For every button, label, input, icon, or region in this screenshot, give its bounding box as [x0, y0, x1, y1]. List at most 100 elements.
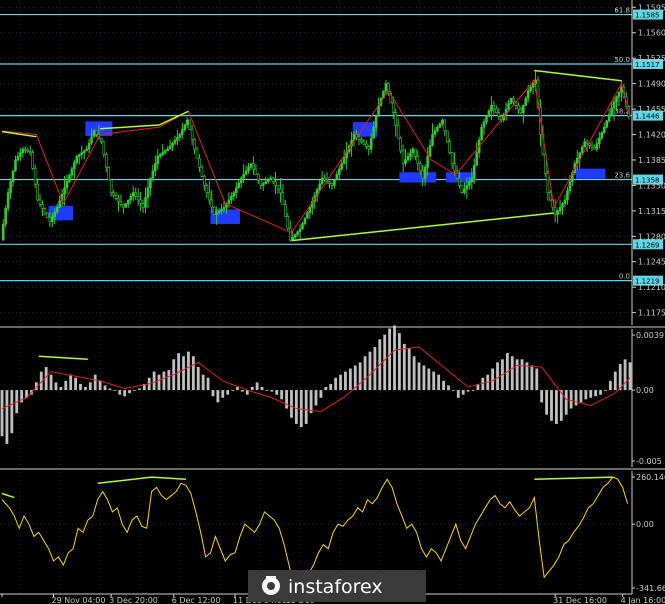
- candle-body: [200, 166, 204, 177]
- histogram-bar: [304, 390, 308, 424]
- candle-body: [436, 126, 439, 132]
- price-tag-label: 1.1585: [635, 12, 660, 20]
- histogram-bar: [182, 356, 185, 391]
- candle-body: [553, 206, 557, 215]
- candle-body: [279, 188, 282, 193]
- histogram-bar: [118, 390, 122, 395]
- fib-level-label: 23.6: [614, 172, 630, 180]
- candle-body: [92, 130, 96, 138]
- y-tick-label: 1.1350: [638, 181, 665, 190]
- candle-body: [531, 83, 535, 88]
- histogram-bar: [589, 390, 593, 398]
- candle-body: [242, 174, 245, 179]
- histogram-bar: [594, 390, 598, 397]
- y-tick-label: 1.1490: [638, 80, 665, 89]
- candle-body: [318, 183, 321, 191]
- histogram-bar: [103, 385, 107, 391]
- histogram-bar: [550, 390, 553, 421]
- y-tick-label: 1.1525: [638, 54, 665, 63]
- histogram-bar: [270, 390, 274, 392]
- candle-body: [80, 152, 84, 155]
- histogram-bar: [461, 390, 465, 395]
- candle-body: [181, 129, 184, 135]
- candle-body: [36, 183, 39, 201]
- candle-body: [365, 143, 368, 147]
- candle-body: [394, 112, 398, 126]
- candle-body: [144, 197, 147, 208]
- candle-body: [252, 163, 255, 170]
- histogram-bar: [49, 374, 53, 391]
- histogram-bar: [260, 387, 264, 391]
- candle-body: [220, 208, 223, 212]
- price-panel: 61.81.158550.01.151738.21.144623.61.1358…: [0, 7, 663, 286]
- histogram-bar: [530, 365, 534, 391]
- y-tick-label: 1.1280: [638, 232, 665, 241]
- candle-body: [450, 152, 454, 164]
- candle-body: [122, 204, 125, 208]
- candle-body: [568, 181, 572, 192]
- candle-body: [335, 174, 339, 181]
- candle-body: [4, 208, 7, 225]
- candle-body: [367, 146, 371, 150]
- histogram-bar: [191, 356, 195, 391]
- candle-body: [261, 183, 265, 186]
- candle-body: [58, 200, 61, 208]
- candle-body: [244, 170, 248, 175]
- candle-body: [276, 185, 280, 190]
- histogram-bar: [294, 390, 298, 424]
- candle-body: [53, 211, 57, 218]
- y-tick-label: 0.00397: [636, 331, 665, 340]
- candle-body: [193, 139, 196, 150]
- candle-body: [158, 154, 162, 157]
- candle-body: [43, 208, 47, 214]
- candle-body: [166, 148, 169, 152]
- y-tick-label: 1.1210: [638, 283, 665, 292]
- candle-body: [401, 150, 405, 164]
- candle-body: [195, 148, 199, 159]
- candle-body: [68, 174, 71, 182]
- histogram-bar: [383, 334, 387, 391]
- histogram-bar: [427, 368, 431, 391]
- candle-body: [492, 105, 496, 110]
- histogram-bar: [471, 390, 475, 391]
- y-tick-label: 1.1595: [638, 3, 665, 12]
- candle-body: [578, 152, 581, 159]
- candle-body: [269, 177, 272, 181]
- histogram-bar: [196, 367, 200, 391]
- histogram-bar: [398, 333, 401, 391]
- candle-body: [75, 156, 79, 163]
- histogram-bar: [491, 368, 495, 391]
- candle-body: [328, 181, 331, 184]
- candle-body: [411, 148, 415, 153]
- candle-body: [217, 210, 221, 213]
- candle-body: [338, 168, 341, 175]
- trendline: [534, 476, 613, 480]
- candle-body: [607, 114, 611, 122]
- macd-panel: [0, 325, 632, 444]
- candle-body: [602, 126, 606, 133]
- fib-level-label: 50.0: [614, 56, 630, 64]
- y-tick-label: 260.1469: [636, 473, 665, 482]
- histogram-bar: [84, 387, 87, 391]
- candle-body: [104, 154, 108, 168]
- candle-body: [519, 108, 523, 113]
- candle-body: [102, 141, 106, 155]
- histogram-bar: [255, 382, 259, 391]
- histogram-bar: [329, 383, 333, 391]
- candle-body: [222, 206, 226, 210]
- candle-body: [114, 195, 118, 199]
- watermark-text: instaforex: [288, 576, 383, 598]
- histogram-bar: [324, 387, 328, 391]
- candle-body: [615, 96, 618, 103]
- histogram-bar: [265, 390, 269, 391]
- candle-body: [617, 91, 621, 98]
- candle-body: [112, 192, 115, 196]
- histogram-bar: [290, 390, 293, 418]
- candle-body: [161, 152, 164, 155]
- candle-body: [9, 181, 12, 193]
- histogram-bar: [59, 387, 63, 391]
- trendline: [291, 212, 555, 242]
- candle-body: [16, 156, 20, 161]
- candle-body: [598, 137, 601, 144]
- candle-body: [517, 105, 520, 110]
